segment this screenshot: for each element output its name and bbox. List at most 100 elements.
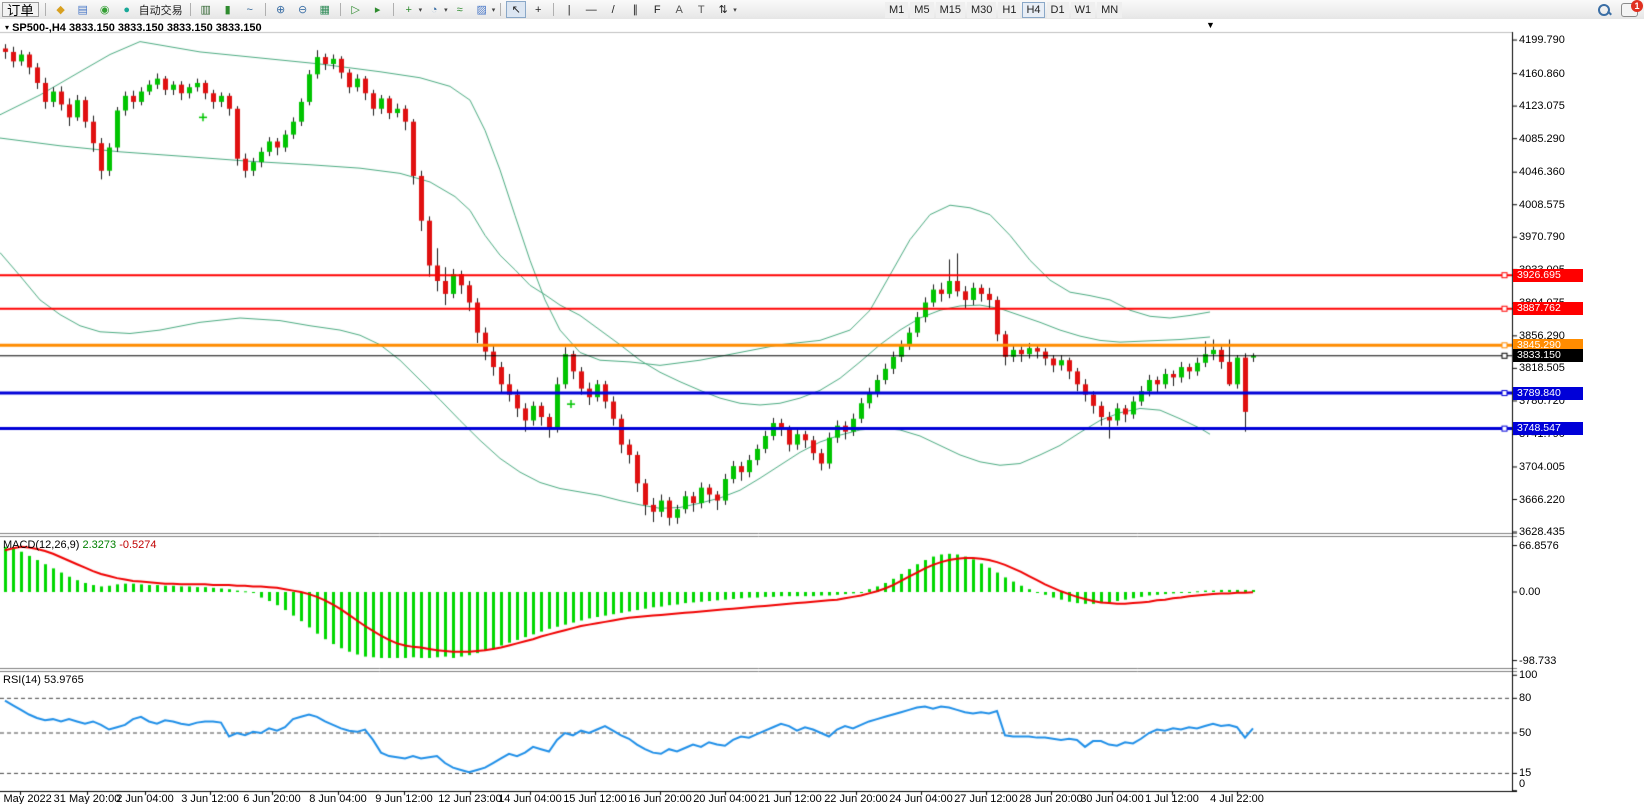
toolbar-right-group: 1	[1597, 0, 1643, 18]
timeframe-m15[interactable]: M15	[935, 1, 965, 18]
price-tick-label: -98.733	[1519, 654, 1557, 667]
market-watch-icon[interactable]: ▤	[73, 1, 93, 18]
new-chart-icon[interactable]: +	[399, 1, 419, 18]
time-axis-label: 14 Jun 04:00	[498, 793, 562, 804]
price-tick-label: 4160.860	[1519, 67, 1565, 80]
price-tick-label: 4199.790	[1519, 34, 1565, 47]
dropdown-caret-icon[interactable]: ▾	[492, 6, 496, 14]
chat-icon[interactable]: 1	[1621, 0, 1643, 17]
price-tick-label: 3704.005	[1519, 460, 1565, 473]
price-tick-label: 3818.505	[1519, 362, 1565, 375]
chart-canvas[interactable]	[0, 19, 1644, 804]
chart-title: ▾ SP500-,H4 3833.150 3833.150 3833.150 3…	[5, 22, 262, 34]
time-axis-label: 21 Jun 12:00	[758, 793, 822, 804]
fibonacci-icon[interactable]: F	[647, 1, 667, 18]
new-order-icon[interactable]: ◆	[51, 1, 71, 18]
price-tick-label: 50	[1519, 727, 1532, 739]
price-tick-label: 66.8576	[1519, 539, 1559, 552]
price-tick-label: 0	[1519, 778, 1526, 790]
price-tick-label: 4008.575	[1519, 198, 1565, 211]
bar-chart-icon[interactable]: ▥	[196, 1, 216, 18]
chart-dropdown-icon[interactable]: ▼	[1206, 20, 1215, 30]
toolbar-group-tools: ▥ ▮ ~ ⊕ ⊖ ▦ ▷ ▸ + ▾ ◔ ▾ ≈ ▨ ▾ ↖ + | — / ∥ F A T ⇅ ▾	[195, 1, 738, 18]
timeframe-w1[interactable]: W1	[1070, 1, 1096, 18]
price-tick-label: 100	[1519, 669, 1538, 682]
timeframe-m30[interactable]: M30	[966, 1, 997, 18]
price-tick-label: 4123.075	[1519, 100, 1565, 113]
price-tick-label: 4046.360	[1519, 166, 1565, 179]
chart-title-arrow-icon[interactable]: ▾	[5, 23, 9, 32]
timeframe-toolbar: M1 M5 M15 M30 H1 H4 D1 W1 MN	[884, 1, 1123, 18]
price-tick-label: 4085.290	[1519, 132, 1565, 145]
time-axis-label: 12 Jun 23:00	[438, 793, 502, 804]
trendline-icon[interactable]: /	[603, 1, 623, 18]
price-level-badge: 3789.840	[1513, 386, 1583, 400]
equidistant-channel-icon[interactable]: ∥	[625, 1, 645, 18]
timeframe-mn[interactable]: MN	[1097, 1, 1123, 18]
time-axis-label: 22 Jun 20:00	[824, 793, 888, 804]
toolbar-separator	[264, 3, 266, 16]
rsi-name: RSI(14)	[3, 674, 41, 686]
timeframe-m1[interactable]: M1	[885, 1, 909, 18]
dropdown-caret-icon[interactable]: ▾	[733, 6, 737, 14]
macd-signal-value: -0.5274	[119, 539, 157, 551]
rsi-indicator-label: RSI(14) 53.9765	[3, 674, 84, 686]
autotrading-icon[interactable]: ●	[117, 1, 137, 18]
timeframe-h4[interactable]: H4	[1022, 1, 1045, 18]
templates-icon[interactable]: ▨	[472, 1, 492, 18]
main-toolbar: 订单 ◆ ▤ ◉ ● 自动交易 ▥ ▮ ~ ⊕ ⊖ ▦ ▷ ▸ + ▾ ◔ ▾ ≈ ▨ ▾ ↖ + | — / ∥ F A T ⇅ ▾ …	[0, 0, 1644, 20]
signals-icon[interactable]: ◉	[95, 1, 115, 18]
vertical-line-icon[interactable]: |	[559, 1, 579, 18]
time-axis-label: 28 Jun 20:00	[1019, 793, 1083, 804]
autotrading-label[interactable]: 自动交易	[139, 2, 183, 18]
chart-ohlc-values: 3833.150 3833.150 3833.150 3833.150	[68, 22, 262, 34]
search-icon[interactable]	[1597, 3, 1612, 17]
zoom-in-icon[interactable]: ⊕	[271, 1, 291, 18]
horizontal-line-icon[interactable]: —	[581, 1, 601, 18]
macd-indicator-label: MACD(12,26,9) 2.3273 -0.5274	[3, 539, 157, 551]
time-axis-label: 24 Jun 04:00	[889, 793, 953, 804]
indicators-icon[interactable]: ≈	[450, 1, 470, 18]
timeframe-h1[interactable]: H1	[998, 1, 1021, 18]
time-axis-label: 16 Jun 20:00	[628, 793, 692, 804]
time-axis-label: 30 Jun 04:00	[1080, 793, 1144, 804]
rsi-value: 53.9765	[43, 674, 84, 686]
chart-symbol-period: SP500-,H4	[12, 22, 66, 34]
new-order-button[interactable]: 订单	[2, 2, 39, 18]
tile-windows-icon[interactable]: ▦	[315, 1, 335, 18]
zoom-out-icon[interactable]: ⊖	[293, 1, 313, 18]
price-tick-label: 3628.435	[1519, 526, 1565, 539]
crosshair-icon[interactable]: +	[528, 1, 548, 18]
price-tick-label: 0.00	[1519, 586, 1541, 598]
toolbar-separator	[44, 3, 46, 16]
time-axis-label: 27 Jun 12:00	[954, 793, 1018, 804]
dropdown-caret-icon[interactable]: ▾	[444, 6, 448, 14]
macd-name: MACD(12,26,9)	[3, 539, 80, 551]
line-chart-icon[interactable]: ~	[240, 1, 260, 18]
time-axis-label: 31 May 20:00	[53, 793, 121, 804]
time-axis-label: 8 Jun 04:00	[309, 793, 367, 804]
toolbar-separator	[392, 3, 394, 16]
time-axis-label: 9 Jun 12:00	[375, 793, 433, 804]
text-label-icon[interactable]: T	[691, 1, 711, 18]
toolbar-group-main: ◆ ▤ ◉ ●	[50, 1, 138, 18]
time-axis-label: 1 Jul 12:00	[1145, 793, 1199, 804]
dropdown-caret-icon[interactable]: ▾	[419, 6, 423, 14]
notification-badge: 1	[1631, 0, 1643, 12]
candlestick-chart-icon[interactable]: ▮	[218, 1, 238, 18]
auto-scroll-icon[interactable]: ▷	[346, 1, 366, 18]
price-level-badge: 3748.547	[1513, 422, 1583, 436]
toolbar-separator	[553, 3, 555, 16]
cursor-icon[interactable]: ↖	[506, 1, 527, 18]
arrows-icon[interactable]: ⇅	[713, 1, 733, 18]
time-axis-label: 2 Jun 04:00	[116, 793, 174, 804]
toolbar-separator	[500, 3, 502, 16]
timeframe-m5[interactable]: M5	[910, 1, 934, 18]
price-tick-label: 3970.790	[1519, 231, 1565, 244]
price-level-badge: 3833.150	[1513, 349, 1583, 363]
periods-icon[interactable]: ◔	[424, 1, 444, 18]
text-icon[interactable]: A	[669, 1, 689, 18]
time-axis-label: 3 Jun 12:00	[181, 793, 239, 804]
timeframe-d1[interactable]: D1	[1046, 1, 1069, 18]
chart-shift-icon[interactable]: ▸	[368, 1, 388, 18]
